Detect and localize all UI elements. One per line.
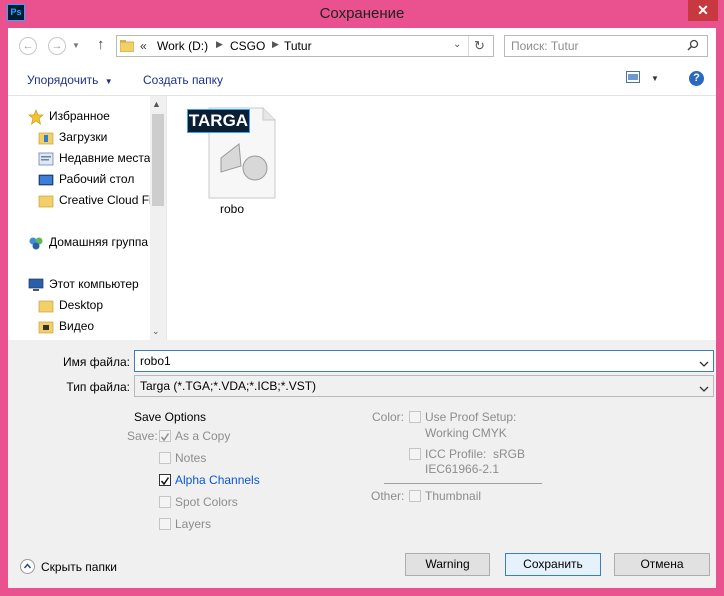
search-input[interactable]: Поиск: Tutur xyxy=(504,35,708,57)
window-title: Сохранение xyxy=(319,5,405,22)
sidebar-label: Creative Cloud Fi xyxy=(59,193,150,207)
sidebar-label: Загрузки xyxy=(59,130,108,144)
sidebar-label: Недавние места xyxy=(59,151,151,165)
spot-colors-checkbox[interactable] xyxy=(159,496,171,508)
filetype-select[interactable]: Targa (*.TGA;*.VDA;*.ICB;*.VST) xyxy=(134,375,714,397)
view-options-icon[interactable] xyxy=(626,71,640,83)
file-item-robo[interactable]: TARGA robo xyxy=(187,106,277,216)
sidebar-label: Домашняя группа xyxy=(49,235,149,249)
sidebar-item-videos[interactable]: Видео xyxy=(38,316,94,336)
sidebar-label: Этот компьютер xyxy=(49,277,139,291)
sidebar-label: Desktop xyxy=(59,298,104,312)
new-folder-button[interactable]: Создать папку xyxy=(143,73,223,87)
computer-icon xyxy=(28,277,44,293)
breadcrumb-drive[interactable]: Work (D:) xyxy=(157,39,208,53)
title-bar: Ps Сохранение ✕ xyxy=(0,0,724,27)
alpha-channels-checkbox[interactable] xyxy=(159,474,171,486)
downloads-folder-icon xyxy=(38,130,54,146)
icc-profile-value: IEC61966-2.1 xyxy=(425,462,500,476)
scroll-thumb[interactable] xyxy=(152,114,164,206)
save-button[interactable]: Сохранить xyxy=(505,553,601,576)
as-copy-label: As a Copy xyxy=(175,429,231,443)
recent-dropdown-icon[interactable]: ▼ xyxy=(72,41,82,51)
thumbnail-checkbox[interactable] xyxy=(409,490,421,502)
refresh-icon[interactable]: ↻ xyxy=(474,38,485,54)
breadcrumb-separator-icon[interactable]: ▶ xyxy=(216,39,223,50)
layers-checkbox[interactable] xyxy=(159,518,171,530)
organize-label: Упорядочить xyxy=(27,73,99,87)
notes-checkbox[interactable] xyxy=(159,452,171,464)
sidebar-item-homegroup[interactable]: Домашняя группа xyxy=(28,232,150,252)
layers-label: Layers xyxy=(175,517,212,531)
save-options-heading: Save Options xyxy=(134,410,207,424)
sidebar-label: Видео xyxy=(59,319,95,333)
chevron-down-icon[interactable] xyxy=(699,355,709,367)
filetype-value: Targa (*.TGA;*.VDA;*.ICB;*.VST) xyxy=(140,379,317,393)
chevron-up-icon xyxy=(20,559,35,574)
thumbnail-label: Thumbnail xyxy=(425,489,482,503)
filename-value: robo1 xyxy=(140,354,171,368)
forward-button[interactable]: → xyxy=(48,37,66,55)
address-bar[interactable]: « Work (D:) ▶ CSGO ▶ Tutur ⌄ ↻ xyxy=(116,35,494,57)
scroll-down-icon[interactable]: ⌄ xyxy=(152,326,160,337)
folder-icon xyxy=(38,193,54,209)
cancel-button[interactable]: Отмена xyxy=(614,553,710,576)
proof-setup-label: Use Proof Setup: xyxy=(425,410,517,424)
filename-label: Имя файла: xyxy=(63,355,130,369)
breadcrumb-overflow[interactable]: « xyxy=(140,39,147,53)
search-placeholder: Поиск: Tutur xyxy=(511,39,579,53)
address-dropdown-icon[interactable]: ⌄ xyxy=(453,39,461,50)
chevron-down-icon: ▼ xyxy=(104,77,113,86)
color-label: Color: xyxy=(372,410,405,424)
view-dropdown-icon[interactable]: ▼ xyxy=(651,74,659,83)
sidebar-item-downloads[interactable]: Загрузки xyxy=(38,127,107,147)
sidebar-label: Рабочий стол xyxy=(59,172,135,186)
sidebar-item-this-pc[interactable]: Этот компьютер xyxy=(28,274,139,294)
recent-places-icon xyxy=(38,151,54,167)
filetype-label: Тип файла: xyxy=(66,380,130,394)
sidebar-label: Избранное xyxy=(49,109,110,123)
other-label: Other: xyxy=(371,489,405,503)
divider xyxy=(384,483,542,484)
file-name: robo xyxy=(219,202,245,216)
sidebar-item-creative-cloud[interactable]: Creative Cloud Fi xyxy=(38,190,150,210)
icc-profile-checkbox[interactable] xyxy=(409,448,421,460)
sidebar-item-favorites[interactable]: Избранное xyxy=(28,106,110,126)
proof-setup-value: Working CMYK xyxy=(425,426,507,440)
search-icon[interactable] xyxy=(687,39,699,51)
save-label: Save: xyxy=(127,429,158,443)
targa-badge: TARGA xyxy=(187,109,250,133)
back-button[interactable]: ← xyxy=(19,37,37,55)
breadcrumb-tutur[interactable]: Tutur xyxy=(284,39,312,53)
help-icon[interactable]: ? xyxy=(689,71,704,86)
up-button[interactable]: ↑ xyxy=(97,36,105,53)
close-button[interactable]: ✕ xyxy=(688,0,718,21)
divider xyxy=(468,36,469,56)
hide-folders-label: Скрыть папки xyxy=(41,560,117,574)
sidebar-item-desktop-folder[interactable]: Desktop xyxy=(38,295,103,315)
notes-label: Notes xyxy=(175,451,207,465)
video-folder-icon xyxy=(38,319,54,335)
warning-button[interactable]: Warning xyxy=(405,553,490,576)
spot-colors-label: Spot Colors xyxy=(175,495,238,509)
sidebar-item-desktop[interactable]: Рабочий стол xyxy=(38,169,134,189)
breadcrumb-separator-icon[interactable]: ▶ xyxy=(272,39,279,50)
as-copy-checkbox[interactable] xyxy=(159,430,171,442)
proof-setup-checkbox[interactable] xyxy=(409,411,421,423)
scroll-up-icon[interactable]: ▲ xyxy=(152,99,161,109)
command-toolbar xyxy=(8,64,716,96)
icc-profile-label: ICC Profile: sRGB xyxy=(425,447,526,461)
sidebar-item-recent-places[interactable]: Недавние места xyxy=(38,148,150,168)
star-icon xyxy=(28,108,44,125)
desktop-icon xyxy=(38,172,54,188)
folder-icon xyxy=(38,298,54,314)
filename-input[interactable]: robo1 xyxy=(134,350,714,372)
alpha-channels-label: Alpha Channels xyxy=(175,473,260,487)
folder-icon xyxy=(119,39,135,53)
chevron-down-icon[interactable] xyxy=(699,380,709,392)
breadcrumb-csgo[interactable]: CSGO xyxy=(230,39,265,53)
homegroup-icon xyxy=(28,235,44,251)
organize-menu[interactable]: Упорядочить ▼ xyxy=(27,73,113,87)
